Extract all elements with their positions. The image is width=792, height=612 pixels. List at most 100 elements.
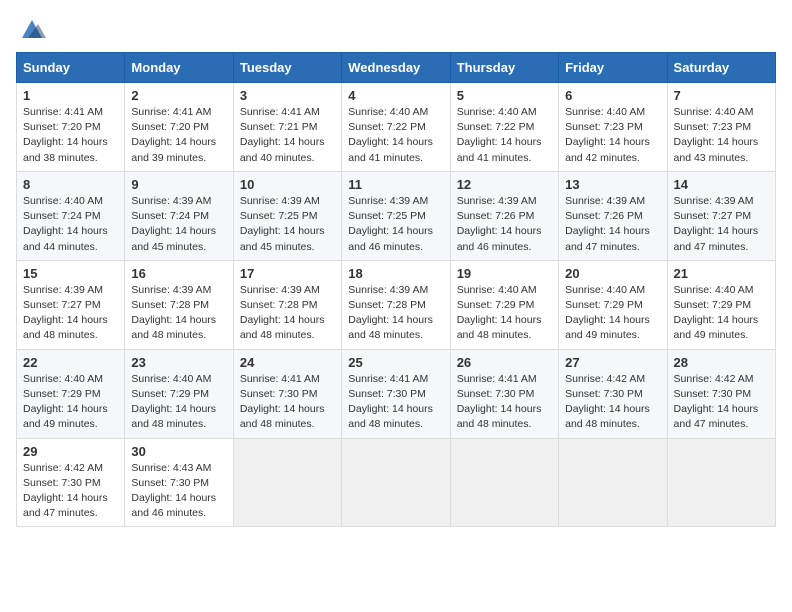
day-number: 4: [348, 88, 443, 103]
day-info: Sunrise: 4:39 AMSunset: 7:25 PMDaylight:…: [348, 194, 443, 255]
calendar-cell: 8 Sunrise: 4:40 AMSunset: 7:24 PMDaylight…: [17, 171, 125, 260]
calendar-cell: [450, 438, 558, 527]
weekday-header-tuesday: Tuesday: [233, 53, 341, 83]
calendar-cell: [233, 438, 341, 527]
calendar-cell: 20Sunrise: 4:40 AMSunset: 7:29 PMDayligh…: [559, 260, 667, 349]
day-number: 17: [240, 266, 335, 281]
day-number: 5: [457, 88, 552, 103]
weekday-header-thursday: Thursday: [450, 53, 558, 83]
day-info: Sunrise: 4:39 AMSunset: 7:27 PMDaylight:…: [23, 283, 118, 344]
day-info: Sunrise: 4:42 AMSunset: 7:30 PMDaylight:…: [565, 372, 660, 433]
day-number: 11: [348, 177, 443, 192]
day-number: 13: [565, 177, 660, 192]
day-number: 21: [674, 266, 769, 281]
day-info: Sunrise: 4:40 AMSunset: 7:29 PMDaylight:…: [457, 283, 552, 344]
day-number: 24: [240, 355, 335, 370]
day-number: 14: [674, 177, 769, 192]
day-info: Sunrise: 4:39 AMSunset: 7:26 PMDaylight:…: [457, 194, 552, 255]
logo-icon: [18, 16, 46, 44]
day-number: 30: [131, 444, 226, 459]
day-info: Sunrise: 4:39 AMSunset: 7:25 PMDaylight:…: [240, 194, 335, 255]
calendar-cell: 17 Sunrise: 4:39 AMSunset: 7:28 PMDayligh…: [233, 260, 341, 349]
day-number: 6: [565, 88, 660, 103]
day-info: Sunrise: 4:41 AMSunset: 7:30 PMDaylight:…: [457, 372, 552, 433]
calendar-cell: 7Sunrise: 4:40 AMSunset: 7:23 PMDaylight…: [667, 83, 775, 172]
weekday-header-row: SundayMondayTuesdayWednesdayThursdayFrid…: [17, 53, 776, 83]
day-number: 29: [23, 444, 118, 459]
day-info: Sunrise: 4:39 AMSunset: 7:28 PMDaylight:…: [131, 283, 226, 344]
page-header: [16, 16, 776, 40]
day-info: Sunrise: 4:43 AMSunset: 7:30 PMDaylight:…: [131, 461, 226, 522]
calendar-cell: 26 Sunrise: 4:41 AMSunset: 7:30 PMDayligh…: [450, 349, 558, 438]
calendar-cell: [559, 438, 667, 527]
calendar-week-row: 1 Sunrise: 4:41 AMSunset: 7:20 PMDaylight…: [17, 83, 776, 172]
day-info: Sunrise: 4:42 AMSunset: 7:30 PMDaylight:…: [674, 372, 769, 433]
day-number: 12: [457, 177, 552, 192]
logo: [16, 16, 46, 40]
calendar-cell: 18 Sunrise: 4:39 AMSunset: 7:28 PMDayligh…: [342, 260, 450, 349]
day-number: 19: [457, 266, 552, 281]
calendar-cell: [667, 438, 775, 527]
calendar-cell: 16 Sunrise: 4:39 AMSunset: 7:28 PMDayligh…: [125, 260, 233, 349]
day-info: Sunrise: 4:39 AMSunset: 7:26 PMDaylight:…: [565, 194, 660, 255]
calendar-cell: 4 Sunrise: 4:40 AMSunset: 7:22 PMDaylight…: [342, 83, 450, 172]
calendar-cell: 9 Sunrise: 4:39 AMSunset: 7:24 PMDaylight…: [125, 171, 233, 260]
day-number: 18: [348, 266, 443, 281]
calendar-cell: 15 Sunrise: 4:39 AMSunset: 7:27 PMDayligh…: [17, 260, 125, 349]
calendar-week-row: 29 Sunrise: 4:42 AMSunset: 7:30 PMDayligh…: [17, 438, 776, 527]
calendar-cell: 5 Sunrise: 4:40 AMSunset: 7:22 PMDaylight…: [450, 83, 558, 172]
day-info: Sunrise: 4:40 AMSunset: 7:22 PMDaylight:…: [348, 105, 443, 166]
calendar-cell: 24 Sunrise: 4:41 AMSunset: 7:30 PMDayligh…: [233, 349, 341, 438]
calendar-cell: 23Sunrise: 4:40 AMSunset: 7:29 PMDayligh…: [125, 349, 233, 438]
day-number: 8: [23, 177, 118, 192]
calendar-cell: 25 Sunrise: 4:41 AMSunset: 7:30 PMDayligh…: [342, 349, 450, 438]
day-number: 16: [131, 266, 226, 281]
calendar-cell: 13 Sunrise: 4:39 AMSunset: 7:26 PMDayligh…: [559, 171, 667, 260]
day-info: Sunrise: 4:40 AMSunset: 7:29 PMDaylight:…: [565, 283, 660, 344]
day-number: 9: [131, 177, 226, 192]
day-number: 3: [240, 88, 335, 103]
day-number: 27: [565, 355, 660, 370]
weekday-header-saturday: Saturday: [667, 53, 775, 83]
calendar-cell: 14Sunrise: 4:39 AMSunset: 7:27 PMDayligh…: [667, 171, 775, 260]
calendar-table: SundayMondayTuesdayWednesdayThursdayFrid…: [16, 52, 776, 527]
calendar-cell: 10 Sunrise: 4:39 AMSunset: 7:25 PMDayligh…: [233, 171, 341, 260]
day-info: Sunrise: 4:41 AMSunset: 7:21 PMDaylight:…: [240, 105, 335, 166]
day-number: 10: [240, 177, 335, 192]
day-number: 23: [131, 355, 226, 370]
calendar-cell: 27 Sunrise: 4:42 AMSunset: 7:30 PMDayligh…: [559, 349, 667, 438]
calendar-cell: 21 Sunrise: 4:40 AMSunset: 7:29 PMDayligh…: [667, 260, 775, 349]
day-number: 15: [23, 266, 118, 281]
day-number: 26: [457, 355, 552, 370]
day-number: 1: [23, 88, 118, 103]
day-info: Sunrise: 4:41 AMSunset: 7:30 PMDaylight:…: [240, 372, 335, 433]
calendar-cell: 3 Sunrise: 4:41 AMSunset: 7:21 PMDaylight…: [233, 83, 341, 172]
day-info: Sunrise: 4:39 AMSunset: 7:28 PMDaylight:…: [348, 283, 443, 344]
calendar-cell: 12 Sunrise: 4:39 AMSunset: 7:26 PMDayligh…: [450, 171, 558, 260]
day-info: Sunrise: 4:40 AMSunset: 7:29 PMDaylight:…: [674, 283, 769, 344]
day-info: Sunrise: 4:41 AMSunset: 7:20 PMDaylight:…: [131, 105, 226, 166]
day-number: 2: [131, 88, 226, 103]
weekday-header-monday: Monday: [125, 53, 233, 83]
day-info: Sunrise: 4:40 AMSunset: 7:23 PMDaylight:…: [565, 105, 660, 166]
day-info: Sunrise: 4:40 AMSunset: 7:29 PMDaylight:…: [23, 372, 118, 433]
calendar-cell: 11 Sunrise: 4:39 AMSunset: 7:25 PMDayligh…: [342, 171, 450, 260]
calendar-cell: 30 Sunrise: 4:43 AMSunset: 7:30 PMDayligh…: [125, 438, 233, 527]
calendar-cell: [342, 438, 450, 527]
weekday-header-wednesday: Wednesday: [342, 53, 450, 83]
day-number: 22: [23, 355, 118, 370]
day-info: Sunrise: 4:39 AMSunset: 7:24 PMDaylight:…: [131, 194, 226, 255]
calendar-week-row: 15 Sunrise: 4:39 AMSunset: 7:27 PMDayligh…: [17, 260, 776, 349]
weekday-header-friday: Friday: [559, 53, 667, 83]
day-info: Sunrise: 4:40 AMSunset: 7:22 PMDaylight:…: [457, 105, 552, 166]
day-number: 28: [674, 355, 769, 370]
calendar-cell: 19 Sunrise: 4:40 AMSunset: 7:29 PMDayligh…: [450, 260, 558, 349]
day-info: Sunrise: 4:39 AMSunset: 7:28 PMDaylight:…: [240, 283, 335, 344]
calendar-week-row: 22 Sunrise: 4:40 AMSunset: 7:29 PMDayligh…: [17, 349, 776, 438]
weekday-header-sunday: Sunday: [17, 53, 125, 83]
day-number: 7: [674, 88, 769, 103]
day-info: Sunrise: 4:40 AMSunset: 7:24 PMDaylight:…: [23, 194, 118, 255]
day-number: 25: [348, 355, 443, 370]
day-info: Sunrise: 4:41 AMSunset: 7:30 PMDaylight:…: [348, 372, 443, 433]
day-info: Sunrise: 4:42 AMSunset: 7:30 PMDaylight:…: [23, 461, 118, 522]
